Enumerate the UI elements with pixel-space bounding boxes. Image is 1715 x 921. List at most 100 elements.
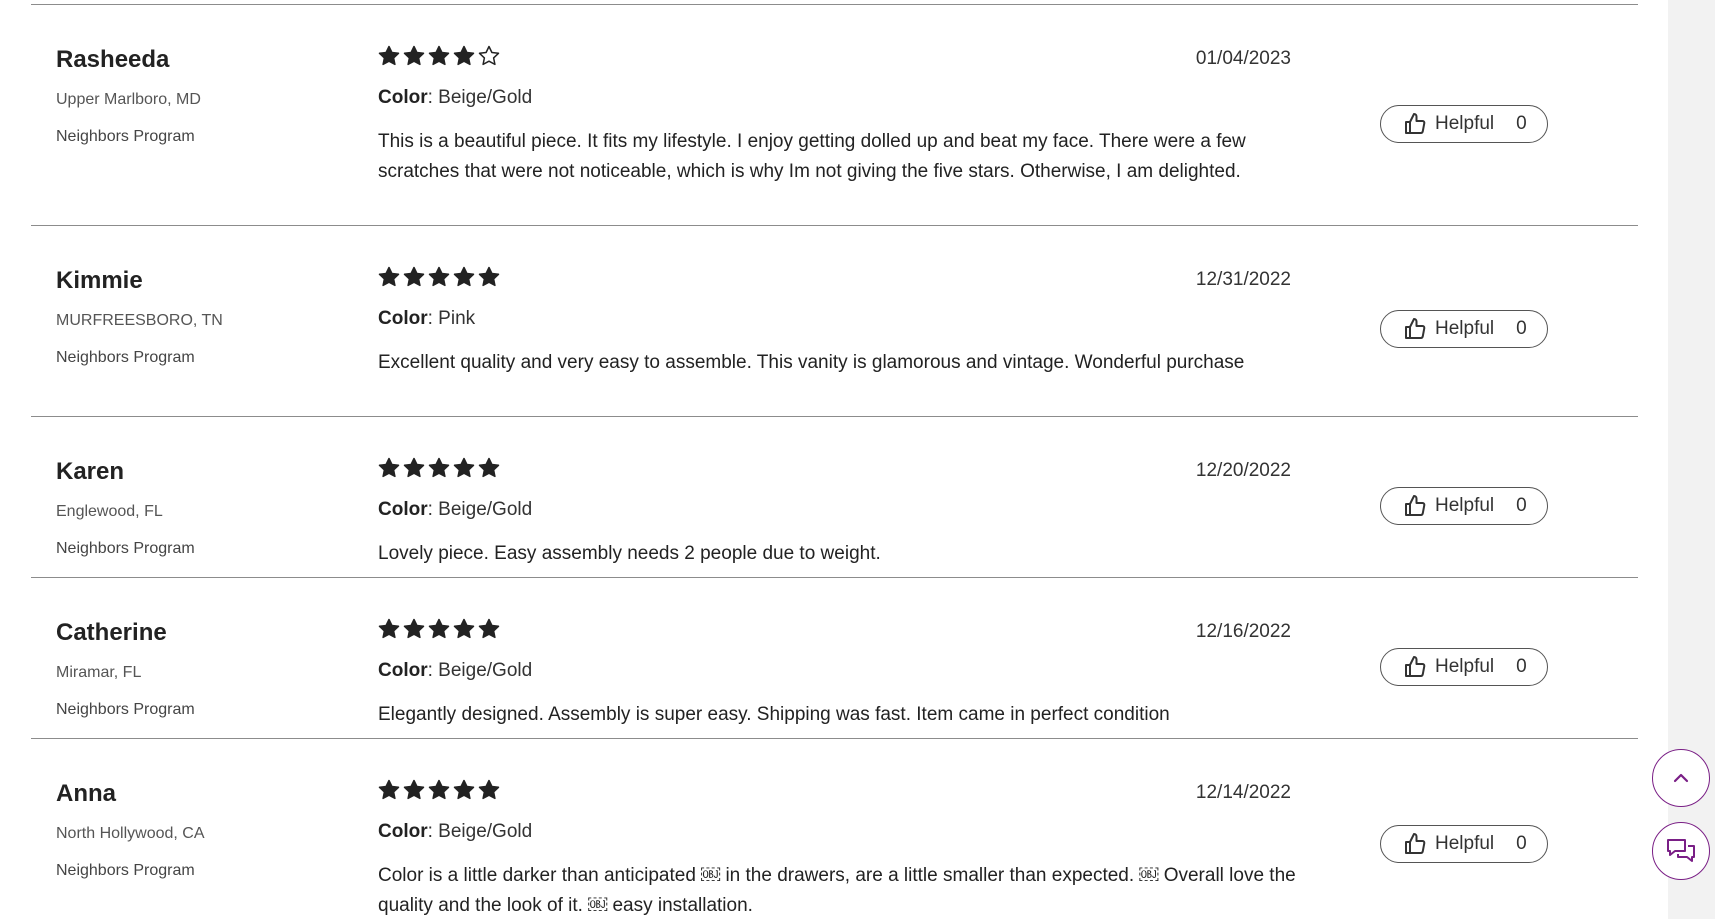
- helpful-count: 0: [1516, 833, 1527, 854]
- reviews-list: Rasheeda Upper Marlboro, MD Neighbors Pr…: [31, 0, 1638, 919]
- star-filled-icon: [478, 457, 500, 479]
- star-filled-icon: [428, 45, 450, 67]
- star-filled-icon: [453, 457, 475, 479]
- thumbs-up-icon: [1403, 832, 1427, 856]
- star-rating: [378, 266, 503, 292]
- review-color: Color: Beige/Gold: [378, 660, 532, 682]
- color-colon: :: [427, 499, 439, 520]
- review-text: Elegantly designed. Assembly is super ea…: [378, 704, 1170, 725]
- color-colon: :: [427, 87, 439, 108]
- color-label: Color: [378, 308, 428, 329]
- star-rating: [378, 779, 503, 805]
- scroll-to-top-button[interactable]: [1652, 749, 1710, 807]
- star-filled-icon: [453, 266, 475, 288]
- color-value: Beige/Gold: [438, 660, 533, 681]
- thumbs-up-icon: [1403, 655, 1427, 679]
- color-value: Beige/Gold: [438, 87, 533, 108]
- helpful-button[interactable]: Helpful 0: [1380, 105, 1548, 143]
- reviewer-location: Miramar, FL: [56, 664, 142, 681]
- color-colon: :: [427, 660, 439, 681]
- review-item: Anna North Hollywood, CA Neighbors Progr…: [31, 739, 1638, 919]
- helpful-button[interactable]: Helpful 0: [1380, 825, 1548, 863]
- star-filled-icon: [378, 457, 400, 479]
- star-rating: [378, 457, 503, 483]
- review-text: Excellent quality and very easy to assem…: [378, 352, 1245, 373]
- review-date: 12/16/2022: [1195, 621, 1291, 642]
- helpful-count: 0: [1516, 318, 1527, 339]
- reviewer-name: Kimmie: [56, 267, 143, 294]
- star-filled-icon: [378, 45, 400, 67]
- thumbs-up-icon: [1403, 494, 1427, 518]
- helpful-label: Helpful: [1435, 833, 1495, 854]
- star-filled-icon: [403, 45, 425, 67]
- review-color: Color: Beige/Gold: [378, 499, 532, 521]
- color-label: Color: [378, 499, 428, 520]
- star-filled-icon: [428, 618, 450, 640]
- star-filled-icon: [453, 45, 475, 67]
- helpful-button[interactable]: Helpful 0: [1380, 487, 1548, 525]
- star-filled-icon: [453, 618, 475, 640]
- review-item: Rasheeda Upper Marlboro, MD Neighbors Pr…: [31, 5, 1638, 226]
- review-date: 12/20/2022: [1195, 460, 1291, 481]
- star-filled-icon: [478, 779, 500, 801]
- review-item: Kimmie MURFREESBORO, TN Neighbors Progra…: [31, 226, 1638, 417]
- helpful-count: 0: [1516, 495, 1527, 516]
- star-filled-icon: [428, 266, 450, 288]
- review-color: Color: Pink: [378, 308, 475, 330]
- star-rating: [378, 45, 503, 71]
- color-label: Color: [378, 660, 428, 681]
- review-text: This is a beautiful piece. It fits my li…: [378, 131, 1246, 182]
- helpful-label: Helpful: [1435, 113, 1495, 134]
- reviewer-name: Anna: [56, 780, 116, 807]
- reviewer-location: Englewood, FL: [56, 503, 163, 520]
- star-filled-icon: [378, 618, 400, 640]
- reviewer-name: Karen: [56, 458, 125, 485]
- thumbs-up-icon: [1403, 112, 1427, 136]
- star-filled-icon: [453, 779, 475, 801]
- star-filled-icon: [403, 266, 425, 288]
- helpful-button[interactable]: Helpful 0: [1380, 310, 1548, 348]
- reviewer-program: Neighbors Program: [56, 128, 195, 145]
- review-item: Catherine Miramar, FL Neighbors Program …: [31, 578, 1638, 739]
- star-filled-icon: [403, 618, 425, 640]
- helpful-count: 0: [1516, 113, 1527, 134]
- review-item: Karen Englewood, FL Neighbors Program 12…: [31, 417, 1638, 578]
- star-empty-icon: [478, 45, 500, 67]
- review-color: Color: Beige/Gold: [378, 87, 532, 109]
- star-filled-icon: [478, 618, 500, 640]
- color-label: Color: [378, 821, 428, 842]
- reviewer-location: North Hollywood, CA: [56, 825, 205, 842]
- review-date: 12/31/2022: [1195, 269, 1291, 290]
- reviewer-program: Neighbors Program: [56, 349, 195, 366]
- helpful-label: Helpful: [1435, 318, 1495, 339]
- review-text: Lovely piece. Easy assembly needs 2 peop…: [378, 543, 881, 564]
- thumbs-up-icon: [1403, 317, 1427, 341]
- star-filled-icon: [403, 779, 425, 801]
- review-text: Color is a little darker than anticipate…: [378, 865, 1296, 916]
- chat-button[interactable]: [1652, 822, 1710, 880]
- star-rating: [378, 618, 503, 644]
- review-color: Color: Beige/Gold: [378, 821, 532, 843]
- color-colon: :: [427, 308, 439, 329]
- star-filled-icon: [403, 457, 425, 479]
- star-filled-icon: [478, 266, 500, 288]
- review-date: 01/04/2023: [1195, 48, 1291, 69]
- helpful-label: Helpful: [1435, 495, 1495, 516]
- reviewer-program: Neighbors Program: [56, 540, 195, 557]
- chat-icon: [1666, 837, 1696, 865]
- color-value: Beige/Gold: [438, 821, 533, 842]
- helpful-count: 0: [1516, 656, 1527, 677]
- star-filled-icon: [378, 266, 400, 288]
- reviewer-location: MURFREESBORO, TN: [56, 312, 223, 329]
- reviewer-name: Catherine: [56, 619, 167, 646]
- reviewer-location: Upper Marlboro, MD: [56, 91, 201, 108]
- color-value: Beige/Gold: [438, 499, 533, 520]
- color-colon: :: [427, 821, 439, 842]
- reviewer-program: Neighbors Program: [56, 862, 195, 879]
- helpful-button[interactable]: Helpful 0: [1380, 648, 1548, 686]
- reviewer-program: Neighbors Program: [56, 701, 195, 718]
- color-label: Color: [378, 87, 428, 108]
- star-filled-icon: [428, 779, 450, 801]
- color-value: Pink: [438, 308, 476, 329]
- reviewer-name: Rasheeda: [56, 46, 170, 73]
